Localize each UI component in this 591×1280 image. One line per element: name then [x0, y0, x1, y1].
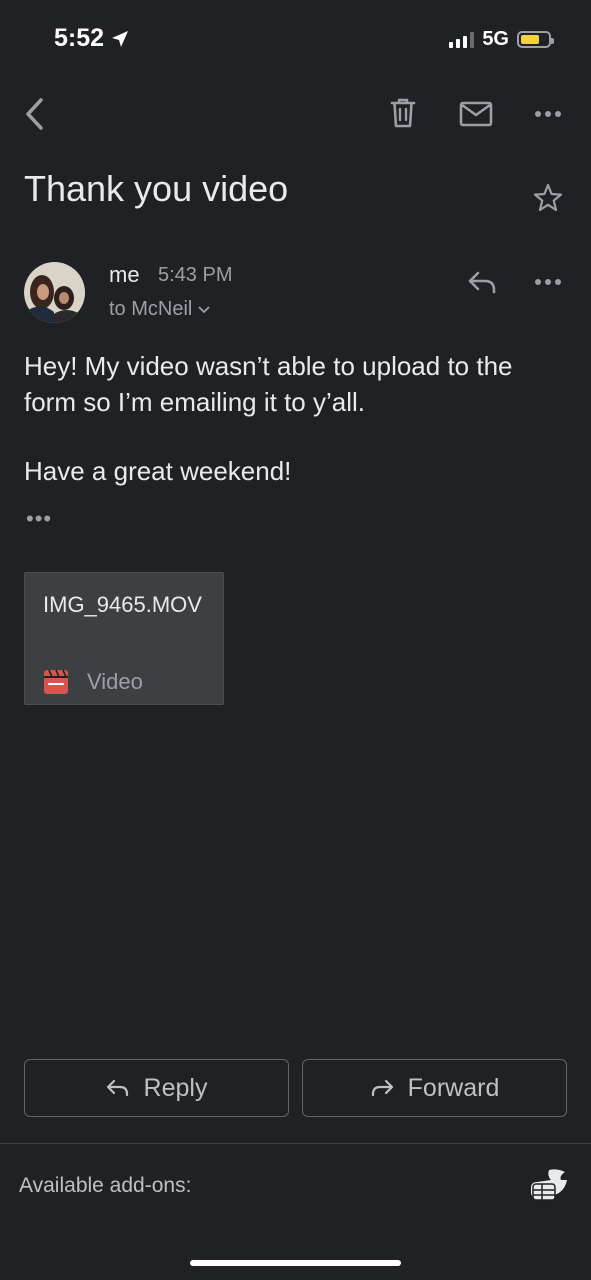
- trash-icon: [390, 98, 416, 128]
- reply-icon: [468, 271, 496, 294]
- avatar-photo-icon: [24, 262, 84, 323]
- email-closing: Have a great weekend!: [24, 456, 292, 486]
- more-options-button[interactable]: [530, 100, 566, 128]
- email-subject: Thank you video: [24, 168, 289, 209]
- reply-icon: [106, 1079, 128, 1097]
- sender-name: me: [109, 262, 140, 287]
- sent-time: 5:43 PM: [158, 264, 233, 286]
- forward-button[interactable]: Forward: [302, 1059, 567, 1117]
- attachment-type-label: Video: [87, 669, 143, 694]
- status-time-label: 5:52: [54, 24, 105, 52]
- mail-icon: [459, 101, 493, 127]
- email-body-text: Hey! My video wasn’t able to upload to t…: [24, 351, 513, 417]
- location-arrow-icon: [112, 30, 129, 47]
- chevron-down-icon: [198, 306, 210, 313]
- reply-button-label: Reply: [143, 1073, 208, 1102]
- addons-label: Available add-ons:: [19, 1174, 192, 1197]
- back-button[interactable]: [18, 94, 50, 134]
- network-label: 5G: [482, 28, 509, 50]
- reply-button[interactable]: Reply: [24, 1059, 289, 1117]
- delete-button[interactable]: [386, 94, 420, 132]
- attachment-type: Video: [43, 669, 143, 695]
- home-indicator[interactable]: [190, 1260, 401, 1266]
- reply-icon-button[interactable]: [464, 266, 500, 298]
- forward-icon: [371, 1079, 393, 1097]
- show-quoted-text-button[interactable]: •••: [26, 506, 52, 532]
- mark-unread-button[interactable]: [457, 98, 495, 130]
- sender-avatar[interactable]: [24, 262, 85, 323]
- star-icon: [533, 183, 563, 212]
- signal-icon: [449, 31, 475, 48]
- attachment-filename: IMG_9465.MOV: [43, 592, 202, 617]
- footer-divider: [0, 1143, 591, 1144]
- more-horizontal-icon: [535, 279, 561, 285]
- addons-button[interactable]: [526, 1164, 570, 1208]
- star-button[interactable]: [530, 180, 566, 216]
- attachment-card[interactable]: IMG_9465.MOV Video: [24, 572, 224, 705]
- status-time: 5:52: [54, 24, 130, 53]
- chevron-left-icon: [26, 98, 43, 130]
- status-indicators: 5G: [449, 28, 554, 51]
- forward-button-label: Forward: [407, 1073, 500, 1102]
- email-body: Hey! My video wasn’t able to upload to t…: [24, 348, 564, 420]
- battery-icon: [517, 31, 554, 48]
- video-clapper-icon: [44, 669, 68, 694]
- recipients-label: to McNeil: [109, 298, 193, 320]
- addon-icon: [531, 1169, 567, 1201]
- message-more-button[interactable]: [530, 268, 566, 296]
- recipients-toggle[interactable]: to McNeil: [109, 298, 210, 321]
- more-horizontal-icon: [535, 111, 561, 117]
